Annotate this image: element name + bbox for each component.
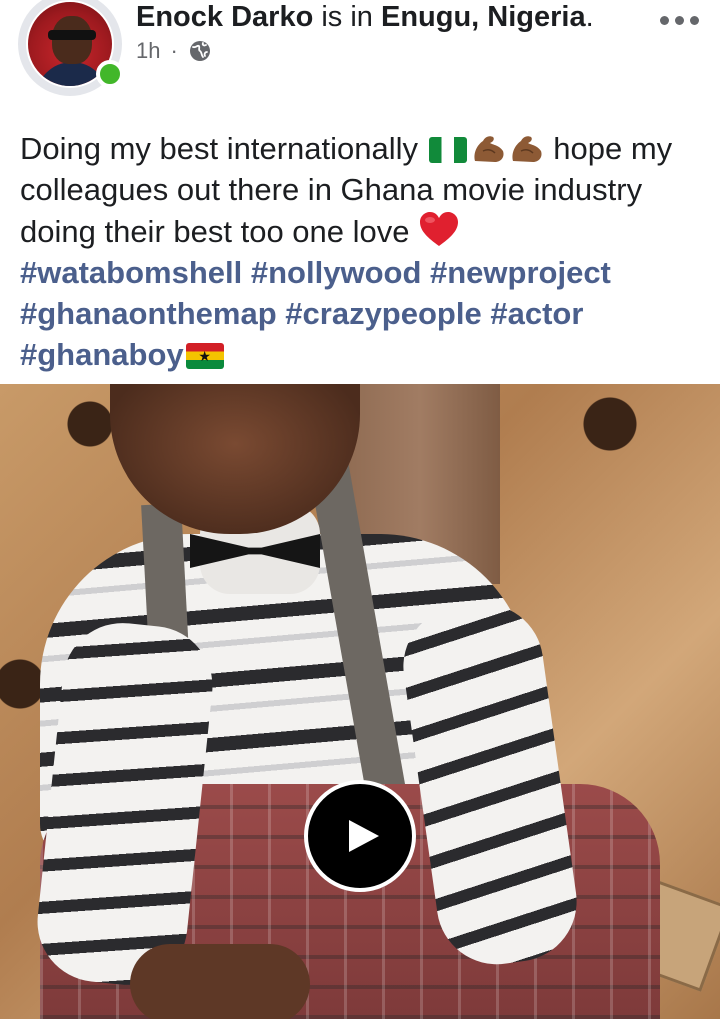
video-subject: [31, 384, 660, 1019]
hashtag-link[interactable]: #actor: [490, 296, 583, 331]
author-name-link[interactable]: Enock Darko: [136, 1, 313, 33]
meta-separator: ·: [170, 38, 178, 63]
post-text: Doing my best internationally hope my co…: [20, 128, 710, 375]
ghana-flag-icon: [185, 343, 224, 369]
nigeria-flag-icon: [428, 137, 467, 163]
flexed-biceps-icon: [512, 136, 542, 162]
post-meta: 1h ·: [136, 38, 212, 64]
online-status-indicator: [96, 60, 124, 88]
hashtag-list: #watabomshell #nollywood #newproject #gh…: [20, 252, 710, 375]
post-video[interactable]: [0, 384, 720, 1019]
hashtag-link[interactable]: #watabomshell: [20, 255, 242, 290]
post-header: Enock Darko is in Enugu, Nigeria. 1h ·: [0, 0, 720, 110]
hashtag-link[interactable]: #crazypeople: [285, 296, 481, 331]
globe-icon: [189, 41, 210, 61]
post-timestamp[interactable]: 1h: [136, 38, 160, 64]
author-connector: is in: [313, 1, 381, 33]
author-line: Enock Darko is in Enugu, Nigeria.: [136, 0, 594, 34]
play-icon: [349, 820, 379, 852]
play-button[interactable]: [304, 780, 416, 892]
hashtag-link[interactable]: #ghanaonthemap: [20, 296, 277, 331]
hashtag-link[interactable]: #nollywood: [251, 255, 422, 290]
hashtag-link[interactable]: #ghanaboy: [20, 337, 184, 372]
author-suffix: .: [585, 1, 594, 33]
red-heart-icon: [420, 212, 459, 246]
flexed-biceps-icon: [474, 136, 504, 162]
post-text-part1: Doing my best internationally: [20, 131, 427, 166]
hashtag-link[interactable]: #newproject: [430, 255, 611, 290]
location-link[interactable]: Enugu, Nigeria: [381, 1, 586, 33]
more-options-icon[interactable]: [656, 4, 702, 36]
